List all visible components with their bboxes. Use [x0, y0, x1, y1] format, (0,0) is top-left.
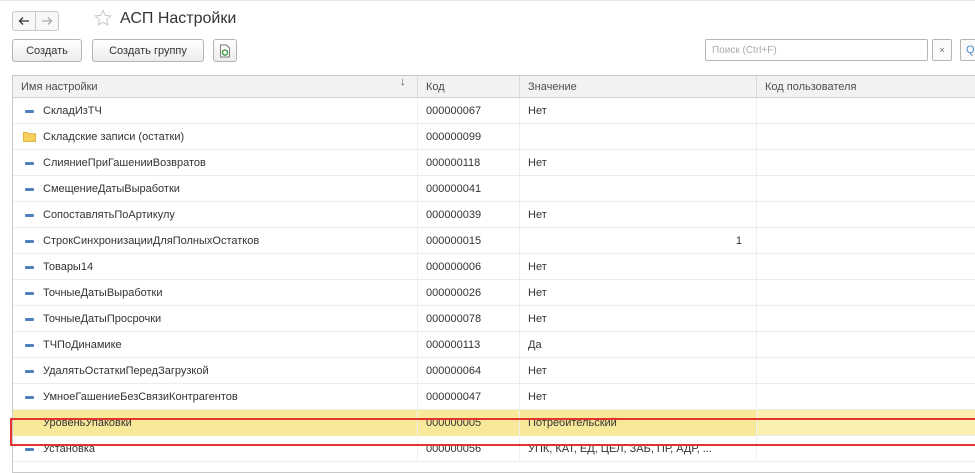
cell-user-code — [757, 358, 975, 384]
back-button[interactable] — [12, 11, 36, 31]
table-row[interactable]: СтрокСинхронизацииДляПолныхОстатков 00000… — [13, 228, 975, 254]
cell-value: 1 — [520, 228, 757, 254]
cell-value: Да — [520, 332, 757, 358]
column-header-user-code[interactable]: Код пользователя — [757, 76, 975, 98]
table-row[interactable]: ТЧПоДинамике 000000113 Да — [13, 332, 975, 358]
command-bar: Создать Создать группу Поиск (Ctrl+F) × … — [0, 38, 975, 66]
cell-value: Нет — [520, 384, 757, 410]
cell-name: Складские записи (остатки) — [13, 124, 418, 150]
cell-name: Товары14 — [13, 254, 418, 280]
cell-user-code — [757, 124, 975, 150]
cell-code: 000000039 — [418, 202, 520, 228]
cell-value: Нет — [520, 280, 757, 306]
cell-code: 000000026 — [418, 280, 520, 306]
table-row[interactable]: Складские записи (остатки) 000000099 — [13, 124, 975, 150]
cell-name: ТочныеДатыВыработки — [13, 280, 418, 306]
cell-value: Нет — [520, 306, 757, 332]
cell-user-code — [757, 228, 975, 254]
cell-code: 000000005 — [418, 410, 520, 436]
cell-name: СмещениеДатыВыработки — [13, 176, 418, 202]
cell-name: СкладИзТЧ — [13, 98, 418, 124]
cell-value: Нет — [520, 150, 757, 176]
refresh-document-icon — [220, 44, 230, 57]
column-header-value[interactable]: Значение — [520, 76, 757, 98]
search-button[interactable]: Q — [960, 39, 975, 61]
cell-name: Установка — [13, 436, 418, 462]
arrow-left-icon — [18, 17, 29, 25]
title-bar: АСП Настройки — [0, 0, 975, 36]
settings-table: Имя настройки ↓ Код Значение Код пользов… — [12, 75, 975, 473]
table-row[interactable]: УмноеГашениеБезСвязиКонтрагентов 00000004… — [13, 384, 975, 410]
table-row[interactable]: Товары14 000000006 Нет — [13, 254, 975, 280]
cell-code: 000000015 — [418, 228, 520, 254]
cell-code: 000000006 — [418, 254, 520, 280]
table-row[interactable]: ТочныеДатыВыработки 000000026 Нет — [13, 280, 975, 306]
column-header-code[interactable]: Код — [418, 76, 520, 98]
cell-code: 000000067 — [418, 98, 520, 124]
cell-code: 000000064 — [418, 358, 520, 384]
cell-name: СлияниеПриГашенииВозвратов — [13, 150, 418, 176]
cell-code: 000000118 — [418, 150, 520, 176]
page-title: АСП Настройки — [120, 10, 237, 27]
cell-user-code — [757, 410, 975, 436]
cell-name: УровеньУпаковки — [13, 410, 418, 436]
refresh-list-button[interactable] — [213, 39, 237, 62]
cell-code: 000000041 — [418, 176, 520, 202]
table-row[interactable]: СопоставлятьПоАртикулу 000000039 Нет — [13, 202, 975, 228]
cell-user-code — [757, 176, 975, 202]
clear-search-button[interactable]: × — [932, 39, 952, 61]
create-button[interactable]: Создать — [12, 39, 82, 62]
table-row[interactable]: Установка 000000056 УПК, КАТ, ЕД, ЦЕЛ, ЗАБ… — [13, 436, 975, 462]
table-row[interactable]: ТочныеДатыПросрочки 000000078 Нет — [13, 306, 975, 332]
cell-value — [520, 176, 757, 202]
cell-user-code — [757, 436, 975, 462]
cell-code: 000000113 — [418, 332, 520, 358]
cell-name: УдалятьОстаткиПередЗагрузкой — [13, 358, 418, 384]
cell-name: СтрокСинхронизацииДляПолныхОстатков — [13, 228, 418, 254]
cell-name: ТЧПоДинамике — [13, 332, 418, 358]
cell-value: Нет — [520, 98, 757, 124]
cell-code: 000000047 — [418, 384, 520, 410]
arrow-right-icon — [42, 17, 53, 25]
cell-user-code — [757, 306, 975, 332]
cell-name: СопоставлятьПоАртикулу — [13, 202, 418, 228]
cell-name: УмноеГашениеБезСвязиКонтрагентов — [13, 384, 418, 410]
cell-value: Нет — [520, 254, 757, 280]
cell-user-code — [757, 202, 975, 228]
table-row[interactable]: УдалятьОстаткиПередЗагрузкой 000000064 Нет — [13, 358, 975, 384]
forward-button[interactable] — [35, 11, 59, 31]
cell-code: 000000099 — [418, 124, 520, 150]
cell-user-code — [757, 384, 975, 410]
cell-value: Нет — [520, 202, 757, 228]
table-row[interactable]: УровеньУпаковки 000000005 Потребительский — [13, 410, 975, 436]
cell-user-code — [757, 280, 975, 306]
create-group-button[interactable]: Создать группу — [92, 39, 204, 62]
cell-value: Потребительский — [520, 410, 757, 436]
table-header: Имя настройки ↓ Код Значение Код пользов… — [13, 76, 975, 98]
cell-code: 000000056 — [418, 436, 520, 462]
table-row[interactable]: СкладИзТЧ 000000067 Нет — [13, 98, 975, 124]
cell-user-code — [757, 98, 975, 124]
cell-user-code — [757, 254, 975, 280]
column-header-name[interactable]: Имя настройки — [13, 76, 418, 98]
cell-name: ТочныеДатыПросрочки — [13, 306, 418, 332]
cell-value: УПК, КАТ, ЕД, ЦЕЛ, ЗАБ, ПР, АДР, ... — [520, 436, 757, 462]
cell-code: 000000078 — [418, 306, 520, 332]
cell-user-code — [757, 332, 975, 358]
favorite-star-icon[interactable] — [94, 9, 114, 29]
table-row[interactable]: СмещениеДатыВыработки 000000041 — [13, 176, 975, 202]
table-row[interactable]: СлияниеПриГашенииВозвратов 000000118 Нет — [13, 150, 975, 176]
cell-value — [520, 124, 757, 150]
cell-user-code — [757, 150, 975, 176]
cell-value: Нет — [520, 358, 757, 384]
sort-descending-icon: ↓ — [400, 76, 406, 88]
search-input[interactable]: Поиск (Ctrl+F) — [705, 39, 928, 61]
